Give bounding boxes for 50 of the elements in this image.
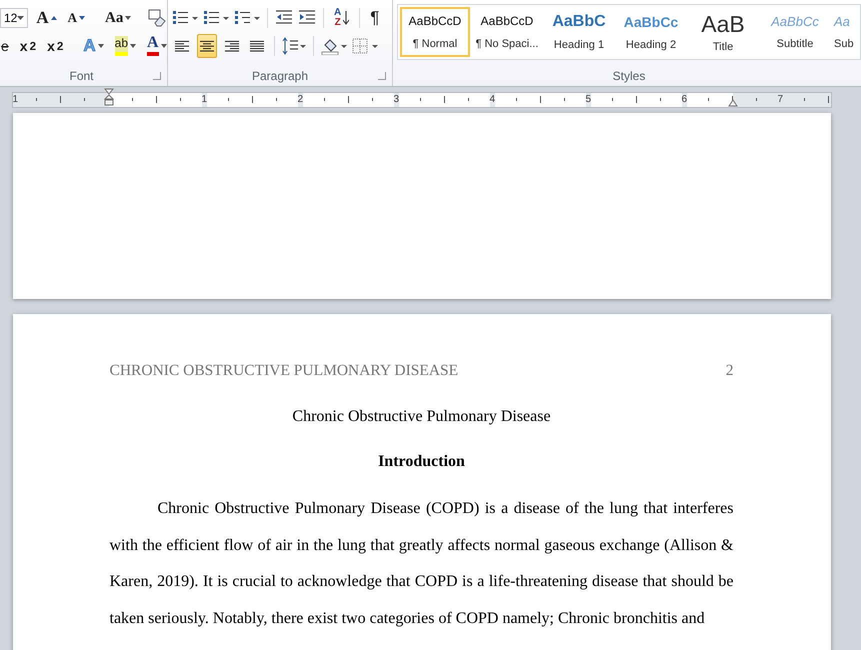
up-caret-icon (50, 16, 57, 20)
change-case-button[interactable]: Aa (102, 6, 134, 30)
strikethrough-button[interactable]: e (0, 34, 12, 58)
decrease-indent-icon[interactable] (275, 10, 293, 26)
bullet-list-icon[interactable] (172, 10, 198, 26)
document-title: Chronic Obstructive Pulmonary Disease (291, 408, 552, 426)
grow-font-button[interactable]: A (33, 6, 60, 30)
align-center-button[interactable] (197, 34, 217, 58)
show-marks-button[interactable]: ¶ (367, 6, 382, 30)
indent-marker-icon[interactable] (104, 88, 114, 106)
align-center-icon (200, 40, 214, 52)
running-header: CHRONIC OBSTRUCTIVE PULMONARY DISEASE (110, 362, 458, 380)
dialog-launcher-icon[interactable] (378, 72, 386, 80)
font-color-button[interactable]: A (144, 34, 170, 58)
sort-button[interactable]: A Z (331, 6, 352, 30)
ruler-number: 3 (394, 93, 400, 107)
down-arrow-icon (343, 11, 350, 25)
increase-indent-icon[interactable] (298, 10, 316, 26)
group-label: Styles (612, 69, 646, 83)
group-label: Paragraph (252, 69, 308, 83)
paint-bucket-icon[interactable] (321, 37, 347, 55)
dialog-launcher-icon[interactable] (153, 72, 161, 80)
align-right-icon (225, 40, 239, 52)
body-paragraph: Chronic Obstructive Pulmonary Disease (COPD) is a disease of the lung that interferes with the efficient flow of air in the lung that greatly affects normal gaseous exchange (Allison & Karen, 2019). It is crucial to acknowledge that COPD is a life-threatening disease that should be taken seriously. Notably, there exist two categories of COPD namely; Chronic bronchitis and (110, 499, 734, 628)
borders-icon[interactable] (352, 37, 378, 55)
eraser-icon[interactable] (148, 9, 166, 27)
down-caret-icon (79, 16, 86, 20)
group-label: Font (69, 69, 94, 83)
caret-icon[interactable] (17, 16, 24, 20)
multilevel-list-icon[interactable] (234, 10, 260, 26)
caret-icon (98, 44, 104, 48)
ruler-number: 2 (298, 93, 304, 107)
ruler-number: 6 (682, 93, 688, 107)
section-heading: Introduction (377, 453, 466, 471)
justify-icon (250, 40, 264, 52)
shrink-font-button[interactable]: A (64, 6, 88, 30)
caret-icon (130, 44, 136, 48)
ruler-number: 5 (586, 93, 592, 107)
line-spacing-icon[interactable] (282, 37, 306, 55)
font-size-field[interactable]: 12 (0, 8, 28, 28)
caret-icon (125, 16, 132, 20)
align-left-icon (175, 40, 189, 52)
ruler-number: 4 (490, 93, 496, 107)
highlight-button[interactable]: ab (112, 34, 139, 58)
caret-icon (160, 44, 167, 48)
style-option[interactable]: AaBbCcD ¶ Normal (400, 7, 470, 57)
page-number: 2 (726, 362, 734, 380)
numbered-list-icon[interactable] (203, 10, 229, 26)
right-indent-marker-icon[interactable] (728, 99, 738, 107)
ruler-number: 1 (202, 93, 208, 107)
